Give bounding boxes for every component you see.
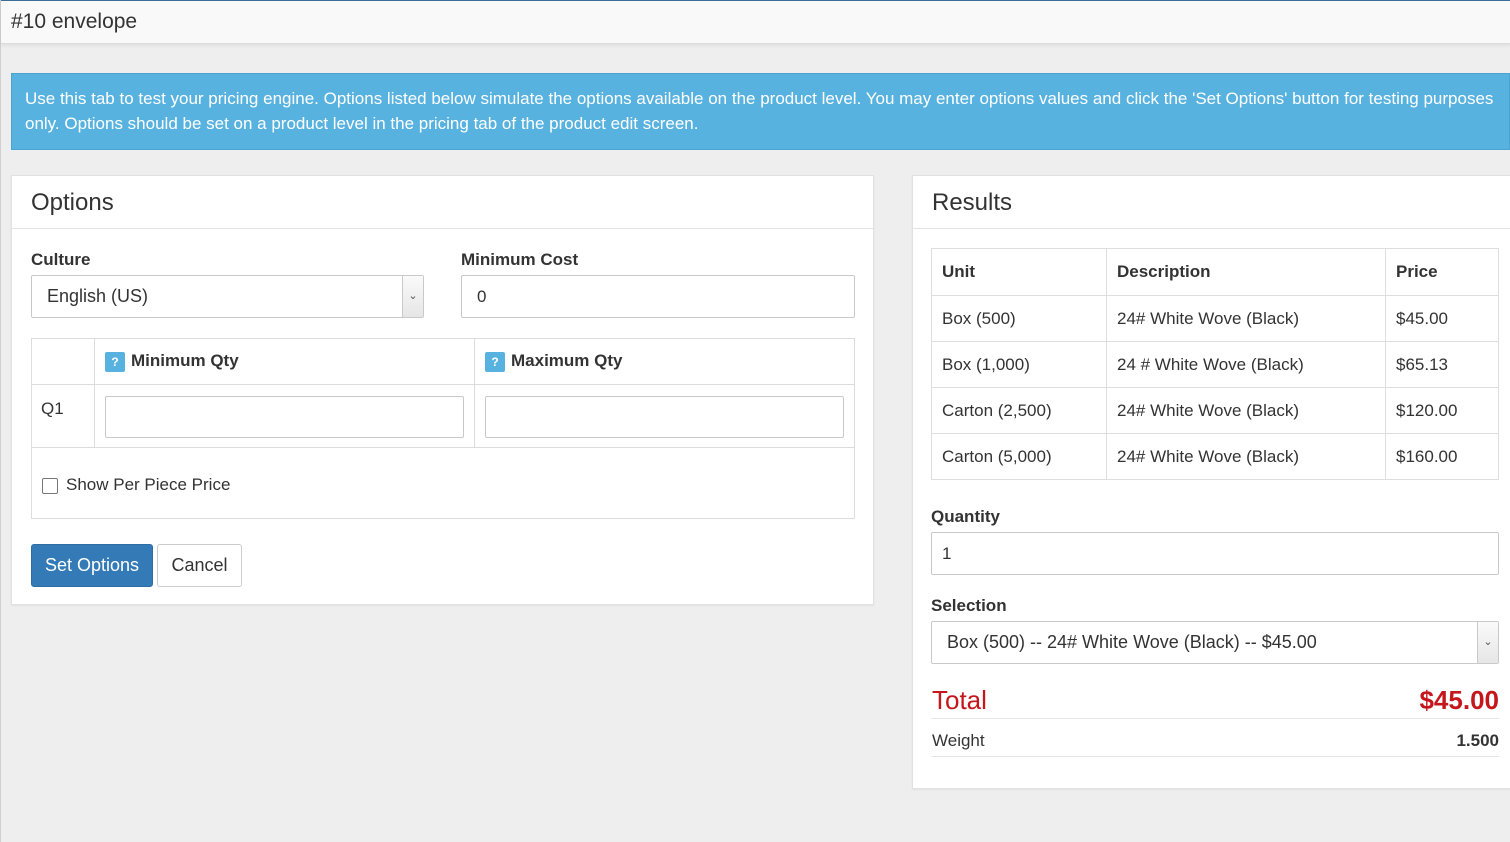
row-divider <box>32 447 854 448</box>
selection-select-value: Box (500) -- 24# White Wove (Black) -- $… <box>947 632 1317 652</box>
weight-row: Weight 1.500 <box>931 719 1499 757</box>
minimum-cost-input[interactable] <box>461 275 855 318</box>
culture-select-value: English (US) <box>47 286 149 306</box>
results-heading: Results <box>913 176 1510 229</box>
options-heading: Options <box>12 176 873 229</box>
unit-column-header: Unit <box>931 248 1107 296</box>
description-cell: 24 # White Wove (Black) <box>1106 341 1386 388</box>
chevron-down-icon[interactable]: ⌄ <box>402 276 423 317</box>
q1-row-label: Q1 <box>41 399 64 418</box>
min-qty-header-label: Minimum Qty <box>131 351 239 370</box>
total-value: $45.00 <box>1419 685 1499 715</box>
quantity-label: Quantity <box>931 507 1000 526</box>
price-cell: $120.00 <box>1385 387 1499 434</box>
total-label: Total <box>932 685 987 715</box>
table-row: Carton (5,000) 24# White Wove (Black) $1… <box>931 433 1499 480</box>
unit-cell: Carton (5,000) <box>931 433 1107 480</box>
info-alert: Use this tab to test your pricing engine… <box>11 73 1510 150</box>
show-per-piece-checkbox[interactable] <box>42 478 58 494</box>
description-cell: 24# White Wove (Black) <box>1106 295 1386 342</box>
price-cell: $45.00 <box>1385 295 1499 342</box>
selection-label: Selection <box>931 596 1007 615</box>
column-divider <box>474 339 475 448</box>
show-per-piece-label: Show Per Piece Price <box>66 475 231 494</box>
max-qty-header-label: Maximum Qty <box>511 351 623 370</box>
unit-cell: Box (1,000) <box>931 341 1107 388</box>
price-cell: $160.00 <box>1385 433 1499 480</box>
unit-cell: Carton (2,500) <box>931 387 1107 434</box>
price-cell: $65.13 <box>1385 341 1499 388</box>
table-row: Carton (2,500) 24# White Wove (Black) $1… <box>931 387 1499 434</box>
cancel-button[interactable]: Cancel <box>157 544 242 587</box>
description-column-header: Description <box>1106 248 1386 296</box>
max-qty-header: ? Maximum Qty <box>485 351 622 372</box>
description-cell: 24# White Wove (Black) <box>1106 433 1386 480</box>
table-row: Box (500) 24# White Wove (Black) $45.00 <box>931 295 1499 342</box>
minimum-cost-label: Minimum Cost <box>461 250 579 269</box>
q1-min-qty-input[interactable] <box>105 396 464 438</box>
total-row: Total $45.00 <box>931 681 1499 719</box>
table-row: Box (1,000) 24 # White Wove (Black) $65.… <box>931 341 1499 388</box>
results-table-header: Unit Description Price <box>931 248 1499 296</box>
weight-label: Weight <box>932 731 985 750</box>
selection-select[interactable]: Box (500) -- 24# White Wove (Black) -- $… <box>931 621 1499 664</box>
column-divider <box>94 339 95 448</box>
description-cell: 24# White Wove (Black) <box>1106 387 1386 434</box>
unit-cell: Box (500) <box>931 295 1107 342</box>
results-table: Unit Description Price Box (500) 24# Whi… <box>931 248 1499 480</box>
culture-select[interactable]: English (US) ⌄ <box>31 275 424 318</box>
help-icon[interactable]: ? <box>485 351 505 372</box>
page-title: #10 envelope <box>11 10 138 33</box>
q1-max-qty-input[interactable] <box>485 396 844 438</box>
set-options-button[interactable]: Set Options <box>31 544 153 587</box>
weight-value: 1.500 <box>1456 731 1499 750</box>
top-bar: #10 envelope <box>1 0 1510 44</box>
chevron-down-icon[interactable]: ⌄ <box>1477 622 1498 663</box>
min-qty-header: ? Minimum Qty <box>105 351 239 372</box>
quantity-table: ? Minimum Qty ? Maximum Qty Q1 Show Per Pi… <box>31 338 855 519</box>
results-panel: Results Unit Description Price Box (500)… <box>912 175 1510 789</box>
options-panel: Options Culture English (US) ⌄ Minimum C… <box>11 175 874 605</box>
help-icon[interactable]: ? <box>105 351 125 372</box>
price-column-header: Price <box>1385 248 1499 296</box>
culture-label: Culture <box>31 250 91 269</box>
quantity-input[interactable] <box>931 532 1499 575</box>
